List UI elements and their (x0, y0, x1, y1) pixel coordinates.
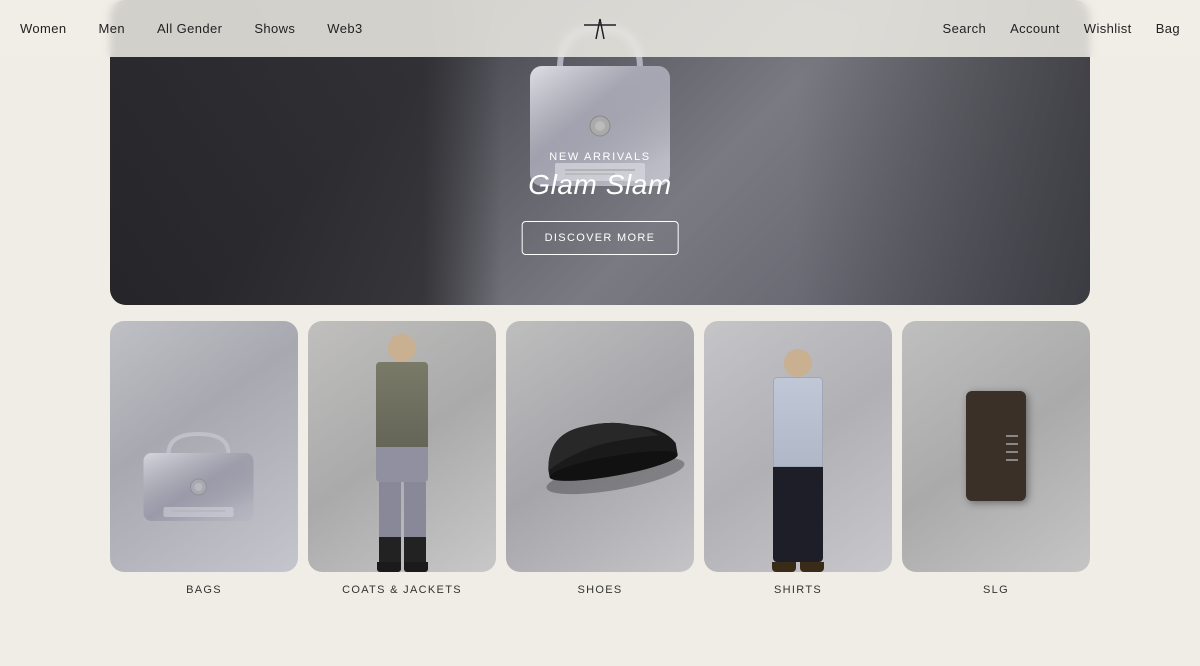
figure-foot-left (377, 562, 401, 572)
wallet-product-image (966, 391, 1026, 501)
category-image-coats (308, 321, 496, 572)
category-label-slg: SLG (983, 584, 1009, 596)
logo[interactable] (582, 13, 618, 45)
hero-overlay: NEW ARRIVALS Glam Slam DISCOVER MORE (522, 151, 679, 255)
figure-leg-left (379, 482, 401, 537)
sp-foot-right (800, 562, 824, 572)
nav-center-logo[interactable] (582, 13, 618, 45)
sp-pants (773, 467, 823, 562)
figure-foot-right (404, 562, 428, 572)
discover-more-button[interactable]: DISCOVER MORE (522, 221, 679, 255)
nav-item-shows[interactable]: Shows (254, 21, 295, 36)
stitch-2 (1006, 443, 1018, 445)
nav-item-bag[interactable]: Bag (1156, 21, 1180, 36)
figure-sock-left (379, 537, 401, 562)
sp-feet (772, 562, 824, 572)
category-image-shirts (704, 321, 892, 572)
figure-head (388, 334, 416, 362)
category-image-slg (902, 321, 1090, 572)
nav-item-women[interactable]: Women (20, 21, 67, 36)
category-label-coats: COATS & JACKETS (342, 584, 462, 596)
figure-leg-right (404, 482, 426, 537)
nav-item-search[interactable]: Search (943, 21, 987, 36)
nav-left: Women Men All Gender Shows Web3 (20, 21, 363, 36)
figure-sock-right (404, 537, 426, 562)
shirts-person-figure (772, 349, 824, 572)
figure-torso (376, 362, 428, 447)
category-card-shirts[interactable]: SHIRTS (704, 321, 892, 596)
shoe-product-image (529, 396, 671, 497)
category-image-bags (110, 321, 298, 572)
sp-foot-left (772, 562, 796, 572)
figure-legs (379, 482, 426, 537)
nav-item-account[interactable]: Account (1010, 21, 1060, 36)
hero-label: NEW ARRIVALS (522, 151, 679, 163)
figure-feet (377, 562, 428, 572)
category-card-slg[interactable]: SLG (902, 321, 1090, 596)
category-image-shoes (506, 321, 694, 572)
figure-shorts (376, 447, 428, 482)
nav-item-wishlist[interactable]: Wishlist (1084, 21, 1132, 36)
coats-person-figure (376, 334, 428, 572)
nav-item-men[interactable]: Men (99, 21, 125, 36)
category-card-coats[interactable]: COATS & JACKETS (308, 321, 496, 596)
category-label-shirts: SHIRTS (774, 584, 822, 596)
categories-grid: BAGS (110, 321, 1090, 596)
bags-product-image (134, 419, 264, 529)
sp-head (784, 349, 812, 377)
stitch-3 (1006, 451, 1018, 453)
sp-shirt (773, 377, 823, 467)
nav-item-web3[interactable]: Web3 (327, 21, 362, 36)
category-card-bags[interactable]: BAGS (110, 321, 298, 596)
navbar: Women Men All Gender Shows Web3 Search A… (0, 0, 1200, 57)
nav-item-all-gender[interactable]: All Gender (157, 21, 222, 36)
category-label-bags: BAGS (186, 584, 222, 596)
category-card-shoes[interactable]: SHOES (506, 321, 694, 596)
stitch-4 (1006, 459, 1018, 461)
hero-title: Glam Slam (522, 169, 679, 201)
categories-section: BAGS (0, 305, 1200, 626)
logo-svg (582, 13, 618, 45)
nav-right: Search Account Wishlist Bag (943, 21, 1180, 36)
wallet-stitches (1006, 435, 1018, 461)
figure-socks (379, 537, 426, 562)
stitch-1 (1006, 435, 1018, 437)
shoe-svg (529, 392, 692, 507)
category-label-shoes: SHOES (577, 584, 622, 596)
